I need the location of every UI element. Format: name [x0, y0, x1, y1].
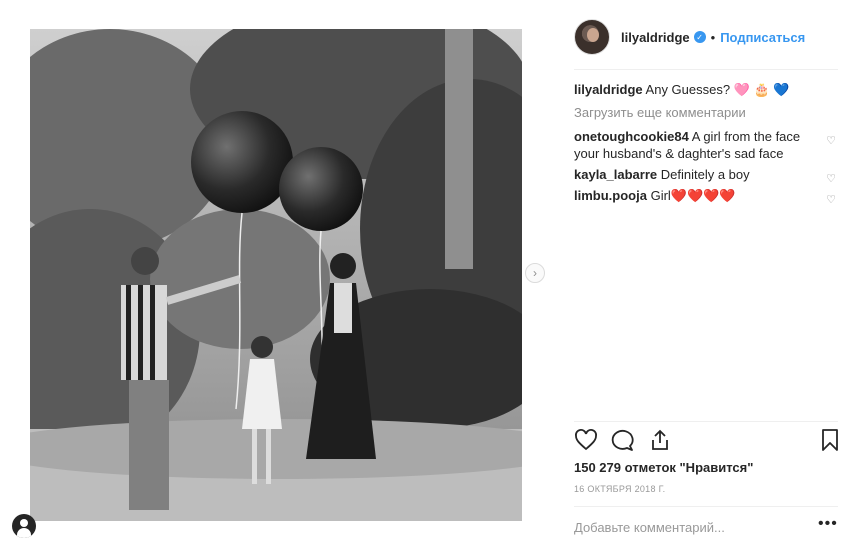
- post-photo[interactable]: [30, 29, 522, 521]
- heart-outline-icon[interactable]: ♡: [826, 192, 836, 209]
- add-comment-divider: [574, 506, 838, 507]
- comment-username[interactable]: limbu.pooja: [574, 188, 647, 203]
- comment-username[interactable]: kayla_labarre: [574, 167, 657, 182]
- heart-icon[interactable]: [574, 428, 598, 452]
- load-more-comments-link[interactable]: Загрузить еще комментарии: [574, 105, 838, 120]
- user-profile-icon[interactable]: [12, 514, 36, 538]
- add-comment-input[interactable]: Добавьте комментарий...: [574, 520, 725, 535]
- chevron-right-icon: ›: [533, 266, 537, 280]
- caption-text: Any Guesses?: [645, 82, 731, 97]
- bookmark-icon[interactable]: [818, 428, 842, 452]
- post-date: 16 ОКТЯБРЯ 2018 Г.: [574, 484, 666, 494]
- heart-outline-icon[interactable]: ♡: [826, 133, 836, 150]
- caption-emoji: 🩷 🎂 💙: [733, 82, 790, 97]
- comment-item: limbu.pooja Girl❤️❤️❤️❤️ ♡: [574, 187, 838, 206]
- share-icon[interactable]: [648, 428, 672, 452]
- avatar[interactable]: [574, 19, 610, 55]
- comment-username[interactable]: onetoughcookie84: [574, 129, 689, 144]
- caption-username[interactable]: lilyaldridge: [574, 82, 643, 97]
- photo-illustration: [30, 29, 522, 521]
- carousel-next-button[interactable]: ›: [525, 263, 545, 283]
- comments-list: lilyaldridge Any Guesses? 🩷 🎂 💙 Загрузит…: [574, 81, 838, 208]
- comment-item: kayla_labarre Definitely a boy ♡: [574, 166, 838, 185]
- post-username[interactable]: lilyaldridge: [621, 30, 690, 45]
- heart-outline-icon[interactable]: ♡: [826, 171, 836, 188]
- comment-text: Definitely a boy: [660, 167, 750, 182]
- action-bar: [574, 428, 838, 454]
- comment-bubble-icon[interactable]: [610, 428, 634, 452]
- comment-text: Girl❤️❤️❤️❤️: [650, 188, 736, 203]
- follow-button[interactable]: Подписаться: [720, 30, 805, 45]
- likes-count[interactable]: 150 279 отметок "Нравится": [574, 460, 753, 475]
- caption: lilyaldridge Any Guesses? 🩷 🎂 💙: [574, 81, 838, 98]
- more-options-button[interactable]: •••: [818, 515, 838, 533]
- post-header: lilyaldridge ✓ • Подписаться: [574, 17, 838, 57]
- comment-item: onetoughcookie84 A girl from the face yo…: [574, 128, 838, 162]
- actions-divider: [574, 421, 838, 422]
- separator-dot: •: [710, 29, 716, 45]
- header-divider: [574, 69, 838, 70]
- verified-badge-icon: ✓: [693, 31, 706, 43]
